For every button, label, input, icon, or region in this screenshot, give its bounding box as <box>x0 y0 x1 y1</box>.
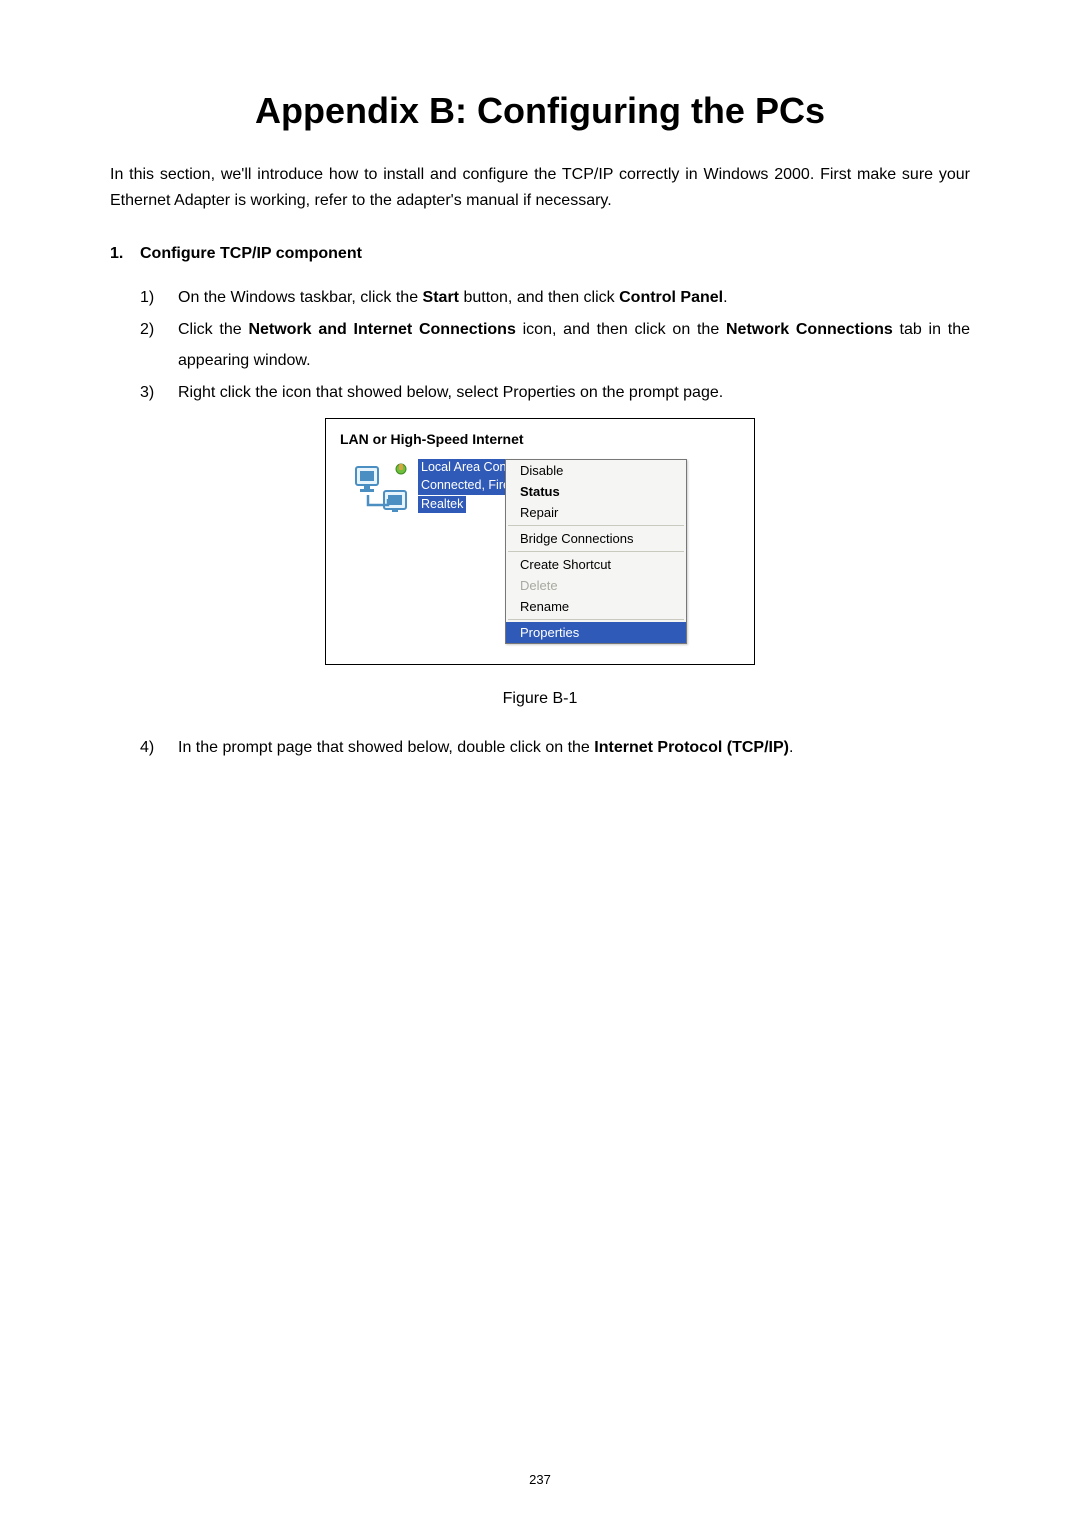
step-list-continued: 4) In the prompt page that showed below,… <box>110 733 970 763</box>
step-text: In the prompt page that showed below, do… <box>178 739 594 756</box>
menu-separator <box>508 525 684 526</box>
document-page: Appendix B: Configuring the PCs In this … <box>0 0 1080 764</box>
step-text: . <box>723 289 727 306</box>
step-bold: Network Connections <box>726 321 893 338</box>
context-menu-status[interactable]: Status <box>506 481 686 502</box>
intro-paragraph: In this section, we'll introduce how to … <box>110 162 970 215</box>
section-title: Configure TCP/IP component <box>140 245 362 262</box>
context-menu-repair[interactable]: Repair <box>506 502 686 523</box>
step-number: 1) <box>140 283 154 313</box>
step-text: On the Windows taskbar, click the <box>178 289 423 306</box>
step-text: button, and then click <box>459 289 619 306</box>
connection-adapter-label: Realtek <box>418 496 466 514</box>
list-item: 4) In the prompt page that showed below,… <box>140 733 970 763</box>
section-heading: 1.Configure TCP/IP component <box>110 245 970 263</box>
context-menu-disable[interactable]: Disable <box>506 460 686 481</box>
list-item: 1) On the Windows taskbar, click the Sta… <box>140 283 970 313</box>
section-number: 1. <box>110 245 140 263</box>
figure-container: LAN or High-Speed Internet <box>110 418 970 708</box>
step-bold: Internet Protocol (TCP/IP) <box>594 739 789 756</box>
step-text: . <box>789 739 793 756</box>
page-title: Appendix B: Configuring the PCs <box>110 90 970 132</box>
step-number: 3) <box>140 378 154 408</box>
step-text: icon, and then click on the <box>516 321 726 338</box>
step-bold: Control Panel <box>619 289 723 306</box>
menu-separator <box>508 619 684 620</box>
figure-caption: Figure B-1 <box>110 690 970 708</box>
step-number: 4) <box>140 733 154 763</box>
context-menu-delete: Delete <box>506 575 686 596</box>
step-number: 2) <box>140 315 154 345</box>
panel-group-title: LAN or High-Speed Internet <box>340 431 740 447</box>
step-bold: Network and Internet Connections <box>248 321 515 338</box>
step-list: 1) On the Windows taskbar, click the Sta… <box>110 283 970 409</box>
context-menu-shortcut[interactable]: Create Shortcut <box>506 554 686 575</box>
context-menu-bridge[interactable]: Bridge Connections <box>506 528 686 549</box>
step-bold: Start <box>423 289 459 306</box>
network-connection-icon[interactable] <box>354 461 414 515</box>
page-number: 237 <box>0 1472 1080 1487</box>
step-text: Right click the icon that showed below, … <box>178 384 723 401</box>
context-menu: Disable Status Repair Bridge Connections… <box>505 459 687 644</box>
context-menu-rename[interactable]: Rename <box>506 596 686 617</box>
context-menu-properties[interactable]: Properties <box>506 622 686 643</box>
list-item: 2) Click the Network and Internet Connec… <box>140 315 970 376</box>
connection-area: Local Area Connection Connected, Firewal… <box>340 459 740 644</box>
windows-panel: LAN or High-Speed Internet <box>325 418 755 665</box>
step-text: Click the <box>178 321 248 338</box>
menu-separator <box>508 551 684 552</box>
list-item: 3) Right click the icon that showed belo… <box>140 378 970 408</box>
